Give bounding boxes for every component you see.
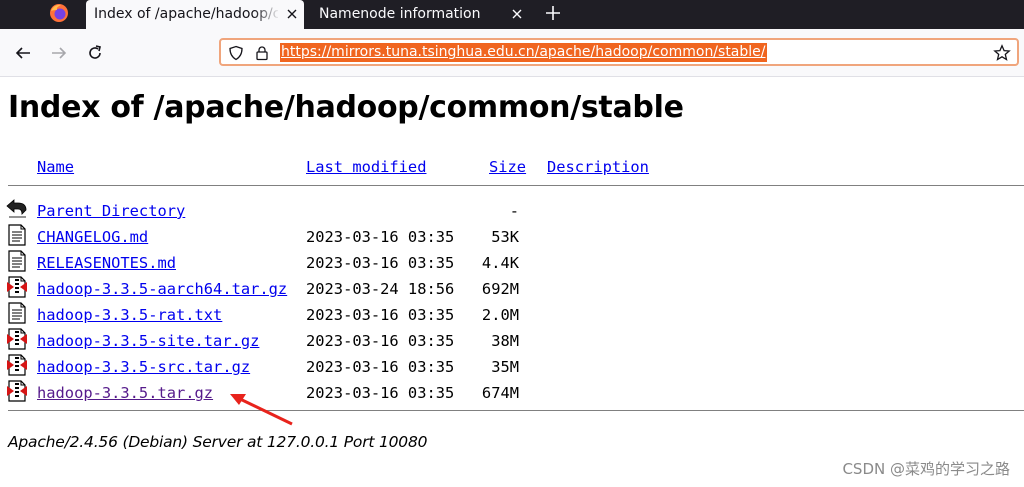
last-modified-value: 2023-03-16 03:35 (306, 384, 455, 402)
compressed-file-icon (6, 380, 28, 402)
tab-title: Namenode information (319, 6, 481, 22)
header-divider (8, 185, 1024, 186)
size-value: 38M (491, 332, 519, 350)
annotation-arrow (230, 394, 293, 426)
text-file-icon (6, 224, 28, 246)
lock-icon[interactable] (254, 45, 270, 61)
csdn-watermark: CSDN @菜鸡的学习之路 (842, 460, 1010, 478)
tab-index-of-stable[interactable]: Index of /apache/hadoop/common/stable (86, 0, 304, 29)
file-link[interactable]: CHANGELOG.md (37, 227, 148, 247)
file-link[interactable]: hadoop-3.3.5-site.tar.gz (37, 331, 259, 351)
size-value: 35M (491, 358, 519, 376)
compressed-file-icon (6, 328, 28, 350)
file-link[interactable]: hadoop-3.3.5-src.tar.gz (37, 357, 250, 377)
tab-namenode-information[interactable]: Namenode information (310, 0, 532, 29)
firefox-icon[interactable] (48, 2, 70, 24)
tracking-shield-icon[interactable] (228, 45, 244, 61)
file-link[interactable]: hadoop-3.3.5-aarch64.tar.gz (37, 279, 287, 299)
tab-title-fade (254, 0, 280, 29)
compressed-file-icon (6, 354, 28, 376)
file-link[interactable]: RELEASENOTES.md (37, 253, 176, 273)
size-value: 674M (481, 384, 519, 402)
column-header-description[interactable]: Description (547, 157, 649, 177)
tab-strip: Index of /apache/hadoop/common/stable Na… (0, 0, 1024, 29)
address-bar[interactable]: https://mirrors.tuna.tsinghua.edu.cn/apa… (219, 38, 1019, 66)
size-value: 4.4K (481, 254, 519, 272)
size-value: - (509, 202, 519, 220)
size-value: 53K (491, 228, 519, 246)
back-icon (6, 198, 28, 220)
last-modified-value: 2023-03-16 03:35 (306, 306, 455, 324)
page-title: Index of /apache/hadoop/common/stable (8, 90, 684, 125)
column-header-last-modified[interactable]: Last modified (306, 157, 426, 177)
reload-icon[interactable] (86, 44, 104, 62)
forward-arrow-icon[interactable] (50, 44, 68, 62)
tab-title: Index of /apache/hadoop/common/stable (94, 6, 278, 22)
column-header-name[interactable]: Name (37, 157, 74, 177)
close-tab-icon[interactable] (285, 7, 299, 21)
file-link[interactable]: hadoop-3.3.5.tar.gz (37, 383, 213, 403)
size-value: 692M (481, 280, 519, 298)
text-file-icon (6, 250, 28, 272)
compressed-file-icon (6, 276, 28, 298)
footer-divider (8, 410, 1024, 411)
size-value: 2.0M (481, 306, 519, 324)
new-tab-icon[interactable] (545, 5, 561, 21)
last-modified-value: 2023-03-16 03:35 (306, 358, 455, 376)
file-link[interactable]: hadoop-3.3.5-rat.txt (37, 305, 222, 325)
url-text[interactable]: https://mirrors.tuna.tsinghua.edu.cn/apa… (280, 43, 767, 62)
navigation-toolbar: https://mirrors.tuna.tsinghua.edu.cn/apa… (0, 29, 1024, 77)
last-modified-value: 2023-03-24 18:56 (306, 280, 455, 298)
file-link[interactable]: Parent Directory (37, 201, 185, 221)
back-arrow-icon[interactable] (14, 44, 32, 62)
last-modified-value: 2023-03-16 03:35 (306, 228, 455, 246)
bookmark-star-icon[interactable] (993, 44, 1011, 62)
close-tab-icon[interactable] (510, 7, 524, 21)
server-signature: Apache/2.4.56 (Debian) Server at 127.0.0… (8, 433, 428, 451)
last-modified-value: 2023-03-16 03:35 (306, 254, 455, 272)
column-header-size[interactable]: Size (489, 157, 526, 177)
text-file-icon (6, 302, 28, 324)
last-modified-value: 2023-03-16 03:35 (306, 332, 455, 350)
